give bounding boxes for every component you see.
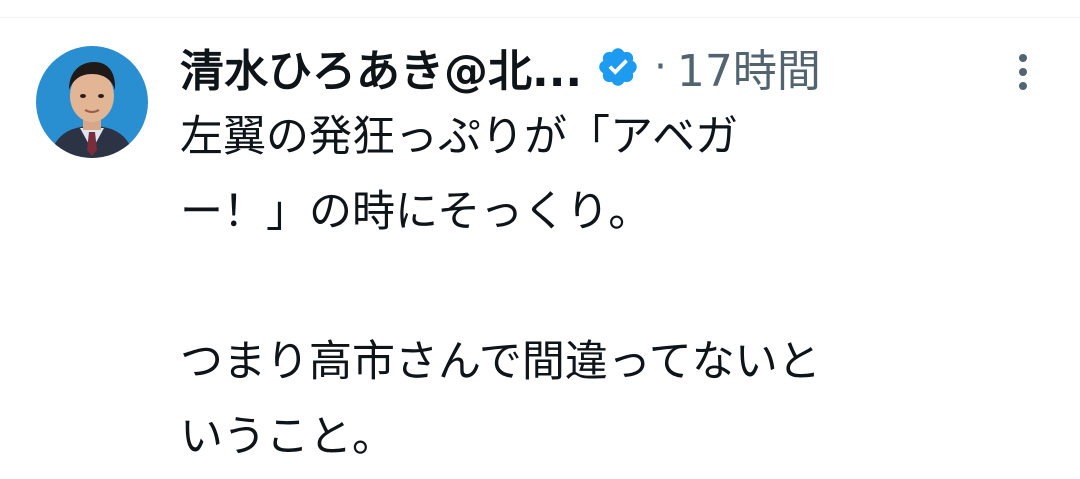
avatar-photo [36,46,148,158]
tweet-text-line: ー！」の時にそっくり。 [180,187,652,237]
tweet-text-line: 左翼の発狂っぷりが「アベガ [180,112,739,162]
tweet-header: 清水ひろあき@北... · 17時間 [180,36,821,98]
timestamp[interactable]: 17時間 [677,35,821,99]
tweet[interactable]: 清水ひろあき@北... · 17時間 左翼の発狂っぷりが「アベガ ー！」の時にそ… [0,18,1080,479]
avatar[interactable] [36,46,148,158]
more-options-button[interactable] [1005,48,1041,96]
display-name[interactable]: 清水ひろあき@北... [180,35,582,99]
tweet-text-line: つまり高市さんで間違ってないと [180,337,821,387]
verified-badge-icon [596,45,640,89]
tweet-text: 左翼の発狂っぷりが「アベガ ー！」の時にそっくり。 つまり高市さんで間違ってない… [180,100,1040,475]
tweet-text-line: いうこと。 [180,412,395,462]
more-vertical-icon [1019,54,1027,90]
separator-dot: · [654,44,667,90]
